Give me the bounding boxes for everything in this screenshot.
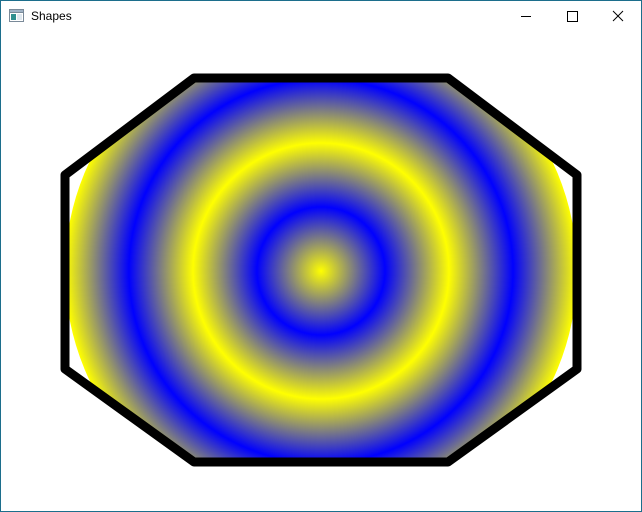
- minimize-icon: [521, 16, 531, 17]
- gradient-rings: [65, 78, 577, 462]
- app-window-icon[interactable]: [9, 9, 24, 22]
- window-title: Shapes: [31, 9, 72, 23]
- maximize-button[interactable]: [549, 1, 595, 32]
- app-window: Shapes: [0, 0, 642, 512]
- shapes-canvas: [60, 73, 582, 467]
- drawing-area: [1, 32, 641, 511]
- minimize-button[interactable]: [503, 1, 549, 32]
- close-icon: [612, 10, 624, 22]
- maximize-icon: [567, 11, 578, 22]
- close-button[interactable]: [595, 1, 641, 32]
- title-bar[interactable]: Shapes: [1, 1, 641, 32]
